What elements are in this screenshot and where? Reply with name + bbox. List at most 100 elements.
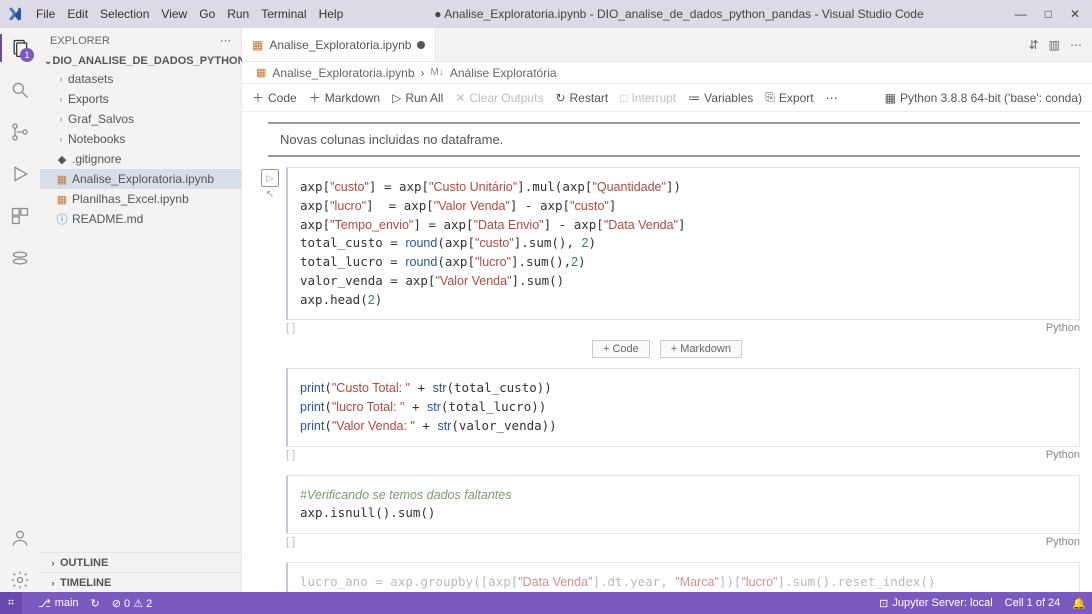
- more-icon[interactable]: ⋯: [826, 91, 838, 105]
- code-editor[interactable]: lucro_ano = axp.groupby([axp["Data Venda…: [286, 562, 1080, 592]
- maximize-icon[interactable]: □: [1045, 7, 1052, 21]
- label: Export: [779, 91, 814, 105]
- outline-section[interactable]: ›OUTLINE: [40, 552, 241, 572]
- git-branch[interactable]: ⎇ main: [38, 597, 79, 610]
- tree-file[interactable]: ▦Analise_Exploratoria.ipynb: [40, 169, 241, 189]
- jupyter-label: Jupyter Server: local: [892, 597, 992, 609]
- jupyter-server[interactable]: ⊡ Jupyter Server: local: [879, 597, 992, 610]
- menu-help[interactable]: Help: [313, 7, 350, 21]
- add-markdown-button[interactable]: ＋Markdown: [309, 89, 380, 106]
- breadcrumb[interactable]: ▦ Analise_Exploratoria.ipynb › M↓ Anális…: [242, 62, 1092, 84]
- timeline-label: TIMELINE: [60, 577, 111, 589]
- cell-position[interactable]: Cell 1 of 24: [1005, 597, 1061, 609]
- window-title: ● Analise_Exploratoria.ipynb - DIO_anali…: [349, 7, 1008, 21]
- add-markdown-inline-button[interactable]: + Markdown: [660, 340, 742, 358]
- sidebar-more-icon[interactable]: ⋯: [220, 34, 231, 47]
- file-tree: ›datasets ›Exports ›Graf_Salvos ›Noteboo…: [40, 69, 241, 229]
- git-sync[interactable]: ↻: [91, 597, 100, 610]
- diff-icon[interactable]: ⇵: [1029, 38, 1039, 52]
- source-control-icon[interactable]: [8, 120, 32, 144]
- execution-count: [ ]: [286, 449, 295, 461]
- search-icon[interactable]: [8, 78, 32, 102]
- cell-language[interactable]: Python: [1046, 449, 1080, 461]
- outline-label: OUTLINE: [60, 557, 108, 569]
- account-icon[interactable]: [8, 526, 32, 550]
- add-code-inline-button[interactable]: + Code: [592, 340, 650, 358]
- debug-icon[interactable]: [8, 162, 32, 186]
- editor: ▦ Analise_Exploratoria.ipynb ⇵ ▥ ⋯ ▦ Ana…: [242, 28, 1092, 592]
- cursor-icon: ↖: [266, 189, 274, 200]
- notebook-toolbar: ＋Code ＋Markdown ▷Run All ✕Clear Outputs …: [242, 84, 1092, 112]
- tree-folder[interactable]: ›Exports: [40, 89, 241, 109]
- menu-run[interactable]: Run: [221, 7, 255, 21]
- problems[interactable]: ⊘ 0 ⚠ 2: [112, 597, 152, 610]
- run-all-button[interactable]: ▷Run All: [392, 91, 443, 105]
- notifications-icon[interactable]: 🔔: [1072, 597, 1086, 610]
- add-code-button[interactable]: ＋Code: [252, 89, 297, 106]
- tree-label: Analise_Exploratoria.ipynb: [72, 172, 214, 186]
- layout-icon[interactable]: ▥: [1049, 38, 1060, 52]
- cell-language[interactable]: Python: [1046, 322, 1080, 334]
- tree-label: Notebooks: [68, 132, 125, 146]
- info-icon: ⓘ: [54, 211, 70, 227]
- tree-file[interactable]: ▦Planilhas_Excel.ipynb: [40, 189, 241, 209]
- tab-active[interactable]: ▦ Analise_Exploratoria.ipynb: [242, 28, 436, 61]
- remote-icon[interactable]: ⌗: [0, 592, 22, 614]
- menu-edit[interactable]: Edit: [61, 7, 94, 21]
- notebook-icon: ▦: [54, 173, 70, 186]
- clear-outputs-button[interactable]: ✕Clear Outputs: [455, 91, 543, 105]
- export-button[interactable]: ⎘Export: [765, 90, 813, 105]
- label: Restart: [570, 91, 609, 105]
- notebook-content[interactable]: Novas colunas incluidas no dataframe. ▷ …: [242, 112, 1092, 592]
- cell-language[interactable]: Python: [1046, 536, 1080, 548]
- settings-gear-icon[interactable]: [8, 568, 32, 592]
- code-editor[interactable]: print("Custo Total: " + str(total_custo)…: [286, 368, 1080, 446]
- tree-label: datasets: [68, 72, 113, 86]
- label: Variables: [704, 91, 753, 105]
- label: Run All: [405, 91, 443, 105]
- restart-button[interactable]: ↻Restart: [555, 91, 608, 105]
- menu-view[interactable]: View: [155, 7, 193, 21]
- tree-file[interactable]: ⓘREADME.md: [40, 209, 241, 229]
- jupyter-icon[interactable]: [8, 246, 32, 270]
- run-cell-button[interactable]: ▷: [261, 169, 279, 187]
- code-editor[interactable]: axp["custo"] = axp["Custo Unitário"].mul…: [286, 167, 1080, 320]
- tree-folder[interactable]: ›datasets: [40, 69, 241, 89]
- gitignore-icon: ◆: [54, 153, 70, 166]
- variables-button[interactable]: ≔Variables: [688, 91, 753, 105]
- label: Markdown: [325, 91, 380, 105]
- breadcrumb-cell: Análise Exploratória: [450, 66, 557, 80]
- notebook-icon: ▦: [252, 38, 263, 52]
- kernel-selector[interactable]: ▦Python 3.8.8 64-bit ('base': conda): [885, 91, 1082, 105]
- code-cell[interactable]: print("Custo Total: " + str(total_custo)…: [256, 368, 1080, 460]
- code-cell[interactable]: lucro_ano = axp.groupby([axp["Data Venda…: [256, 562, 1080, 592]
- tree-label: Exports: [68, 92, 109, 106]
- cell-add-bar: + Code + Markdown: [242, 340, 1092, 358]
- interrupt-button[interactable]: □Interrupt: [620, 91, 676, 105]
- menu-file[interactable]: File: [30, 7, 61, 21]
- menu-terminal[interactable]: Terminal: [255, 7, 312, 21]
- execution-count: [ ]: [286, 536, 295, 548]
- explorer-icon[interactable]: 1: [8, 36, 32, 60]
- menu-selection[interactable]: Selection: [94, 7, 155, 21]
- more-icon[interactable]: ⋯: [1070, 38, 1082, 52]
- label: Interrupt: [631, 91, 676, 105]
- sidebar-title: EXPLORER: [50, 35, 110, 47]
- tree-folder[interactable]: ›Notebooks: [40, 129, 241, 149]
- code-cell[interactable]: #Verificando se temos dados faltantes ax…: [256, 475, 1080, 549]
- explorer-badge: 1: [20, 48, 34, 62]
- extensions-icon[interactable]: [8, 204, 32, 228]
- code-editor[interactable]: #Verificando se temos dados faltantes ax…: [286, 475, 1080, 535]
- timeline-section[interactable]: ›TIMELINE: [40, 572, 241, 592]
- tree-folder[interactable]: ›Graf_Salvos: [40, 109, 241, 129]
- close-icon[interactable]: ✕: [1070, 7, 1080, 21]
- code-cell[interactable]: ▷ ↖ axp["custo"] = axp["Custo Unitário"]…: [256, 167, 1080, 334]
- status-bar: ⌗ ⎇ main ↻ ⊘ 0 ⚠ 2 ⊡ Jupyter Server: loc…: [0, 592, 1092, 614]
- markdown-cell[interactable]: Novas colunas incluidas no dataframe.: [268, 122, 1080, 157]
- label: Clear Outputs: [469, 91, 543, 105]
- minimize-icon[interactable]: —: [1015, 7, 1027, 21]
- sidebar-folder-section[interactable]: ⌄ DIO_ANALISE_DE_DADOS_PYTHON_PANDAS: [40, 53, 241, 69]
- execution-count: [ ]: [286, 322, 295, 334]
- tree-file[interactable]: ◆.gitignore: [40, 149, 241, 169]
- menu-go[interactable]: Go: [193, 7, 221, 21]
